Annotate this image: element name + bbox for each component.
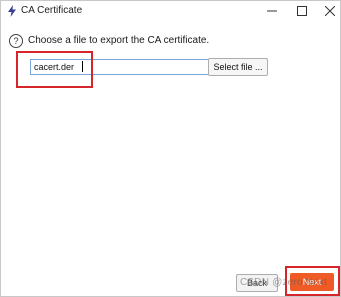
instruction-text: Choose a file to export the CA certifica… [28,35,210,46]
minimize-button[interactable] [257,1,287,21]
minimize-icon [267,10,277,12]
highlight-box-file-input [16,51,93,88]
help-icon[interactable]: ? [9,34,23,48]
dialog-window: CA Certificate ? Choose a file to export… [0,0,341,297]
app-logo-icon [8,5,16,17]
watermark-text: CSDN @zero Next [240,277,328,288]
select-file-button[interactable]: Select file ... [208,58,268,76]
maximize-button[interactable] [287,1,317,21]
title-bar: CA Certificate [1,1,340,23]
close-button[interactable] [315,1,341,21]
close-icon [325,6,335,16]
maximize-icon [297,6,307,16]
window-title: CA Certificate [21,5,83,16]
